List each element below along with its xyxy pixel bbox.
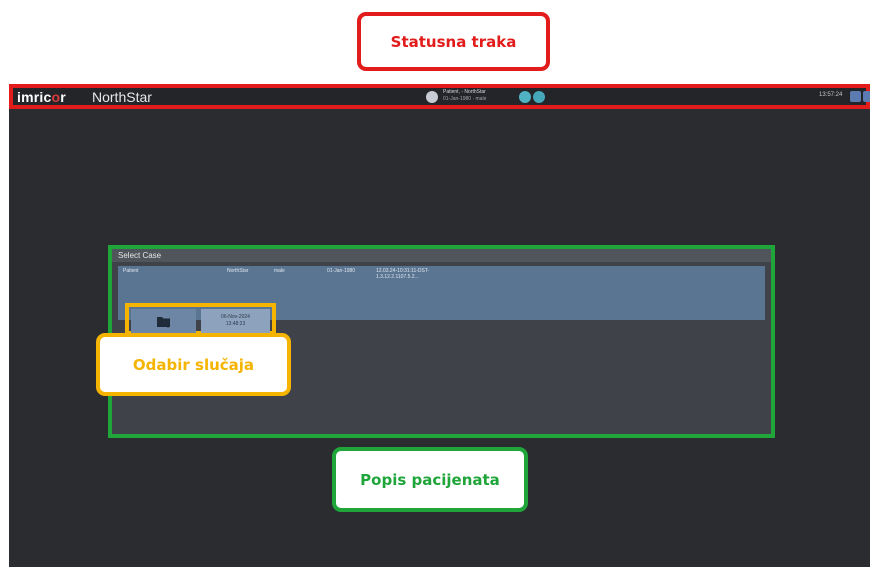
panel-title: Select Case [112, 249, 771, 262]
case-row[interactable]: Patient NorthStar male 01-Jan-1980 12.03… [118, 266, 765, 335]
status-bar: imricor NorthStar Patient, - NorthStar 0… [9, 84, 870, 109]
imricor-logo: imricor [17, 89, 66, 105]
case-id-cell: 12.03.24-10:31:11-DST-1.3.12.2.1107.5.2.… [376, 268, 430, 280]
patient-details: 01-Jan-1980 · male [443, 96, 487, 102]
patient-list-callout-text: Popis pacijenata [360, 470, 500, 489]
app-title: NorthStar [92, 89, 152, 105]
folder-add-icon [156, 316, 170, 327]
case-selection-callout: Odabir slučaja [96, 333, 291, 396]
patient-name: Patient, - NorthStar [443, 89, 486, 95]
status-bar-callout-text: Statusna traka [390, 32, 517, 51]
sex-cell: male [274, 268, 285, 274]
case-selection-callout-text: Odabir slučaja [132, 355, 255, 374]
new-study-button[interactable] [131, 309, 196, 333]
clock: 13:57:24 [819, 92, 843, 98]
settings-icon[interactable] [850, 91, 861, 102]
patient-list-callout: Popis pacijenata [332, 447, 528, 512]
institution-cell: NorthStar [227, 268, 249, 274]
study-button[interactable]: 06-Nov-2024 13:48:23 [201, 309, 270, 333]
study-time: 13:48:23 [225, 321, 246, 327]
patient-name-cell: Patient [123, 268, 139, 274]
patient-icon[interactable] [426, 91, 438, 103]
connection-indicator-icon[interactable] [533, 91, 545, 103]
status-bar-callout: Statusna traka [357, 12, 550, 71]
dob-cell: 01-Jan-1980 [327, 268, 356, 274]
case-selection-box: 06-Nov-2024 13:48:23 [125, 303, 276, 335]
status-indicator-icon[interactable] [519, 91, 531, 103]
close-icon[interactable] [863, 91, 870, 102]
study-date: 06-Nov-2024 [221, 314, 250, 320]
